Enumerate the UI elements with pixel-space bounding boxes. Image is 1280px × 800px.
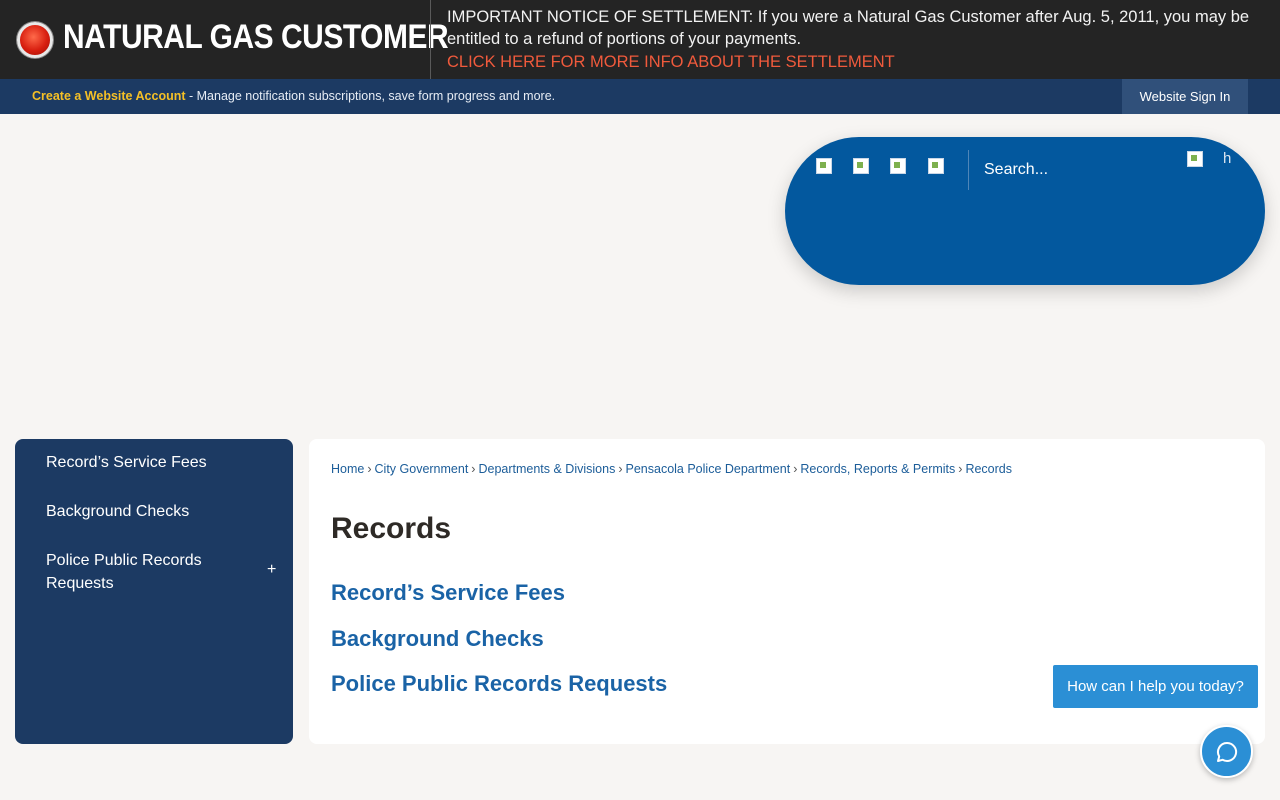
alert-title: NATURAL GAS CUSTOMER (63, 18, 449, 56)
sidebar-item-service-fees[interactable]: Record’s Service Fees (46, 451, 207, 474)
breadcrumb: Home › City Government › Departments & Divis… (331, 462, 1012, 476)
sidebar-item-public-records[interactable]: Police Public Records Requests (46, 549, 236, 595)
quick-link-4-icon[interactable] (928, 158, 944, 174)
breadcrumb-separator: › (958, 462, 963, 476)
breadcrumb-separator: › (471, 462, 476, 476)
quick-link-1-icon[interactable] (816, 158, 832, 174)
alert-message: IMPORTANT NOTICE OF SETTLEMENT: If you w… (447, 8, 1250, 48)
chat-prompt-bubble[interactable]: How can I help you today? (1053, 665, 1258, 708)
sidebar-nav: Record’s Service Fees Background Checks … (15, 439, 293, 744)
breadcrumb-city-government[interactable]: City Government (375, 462, 469, 476)
link-public-records-requests[interactable]: Police Public Records Requests (331, 671, 667, 697)
alert-divider (430, 0, 431, 79)
quick-link-3-icon[interactable] (890, 158, 906, 174)
create-account-link[interactable]: Create a Website Account (32, 89, 186, 103)
sidebar-item-background-checks[interactable]: Background Checks (46, 500, 189, 523)
expand-toggle-icon[interactable]: + (267, 561, 276, 579)
breadcrumb-home[interactable]: Home (331, 462, 364, 476)
search-icon (1187, 151, 1203, 167)
account-bar: Create a Website Account - Manage notifi… (0, 79, 1280, 114)
settlement-info-link[interactable]: CLICK HERE FOR MORE INFO ABOUT THE SETTL… (447, 51, 895, 73)
link-background-checks[interactable]: Background Checks (331, 626, 544, 652)
breadcrumb-records-reports[interactable]: Records, Reports & Permits (800, 462, 955, 476)
search-input[interactable] (984, 158, 1174, 182)
quick-link-2-icon[interactable] (853, 158, 869, 174)
account-description: - Manage notification subscriptions, sav… (185, 89, 556, 103)
link-service-fees[interactable]: Record’s Service Fees (331, 580, 565, 606)
page-title: Records (331, 512, 452, 545)
breadcrumb-police-department[interactable]: Pensacola Police Department (626, 462, 791, 476)
chat-bubble-icon (1217, 741, 1238, 762)
search-panel: h (785, 137, 1265, 285)
search-divider (968, 150, 969, 190)
breadcrumb-departments[interactable]: Departments & Divisions (478, 462, 615, 476)
breadcrumb-separator: › (618, 462, 623, 476)
breadcrumb-separator: › (367, 462, 372, 476)
alert-icon (17, 22, 53, 58)
alert-bar: NATURAL GAS CUSTOMER IMPORTANT NOTICE OF… (0, 0, 1280, 79)
breadcrumb-separator: › (793, 462, 798, 476)
search-button-alt: h (1223, 150, 1232, 167)
chat-launcher-button[interactable] (1200, 725, 1253, 778)
breadcrumb-records[interactable]: Records (965, 462, 1012, 476)
search-button[interactable]: h (1187, 150, 1251, 169)
sign-in-button[interactable]: Website Sign In (1122, 79, 1248, 114)
account-message: Create a Website Account - Manage notifi… (32, 89, 555, 103)
